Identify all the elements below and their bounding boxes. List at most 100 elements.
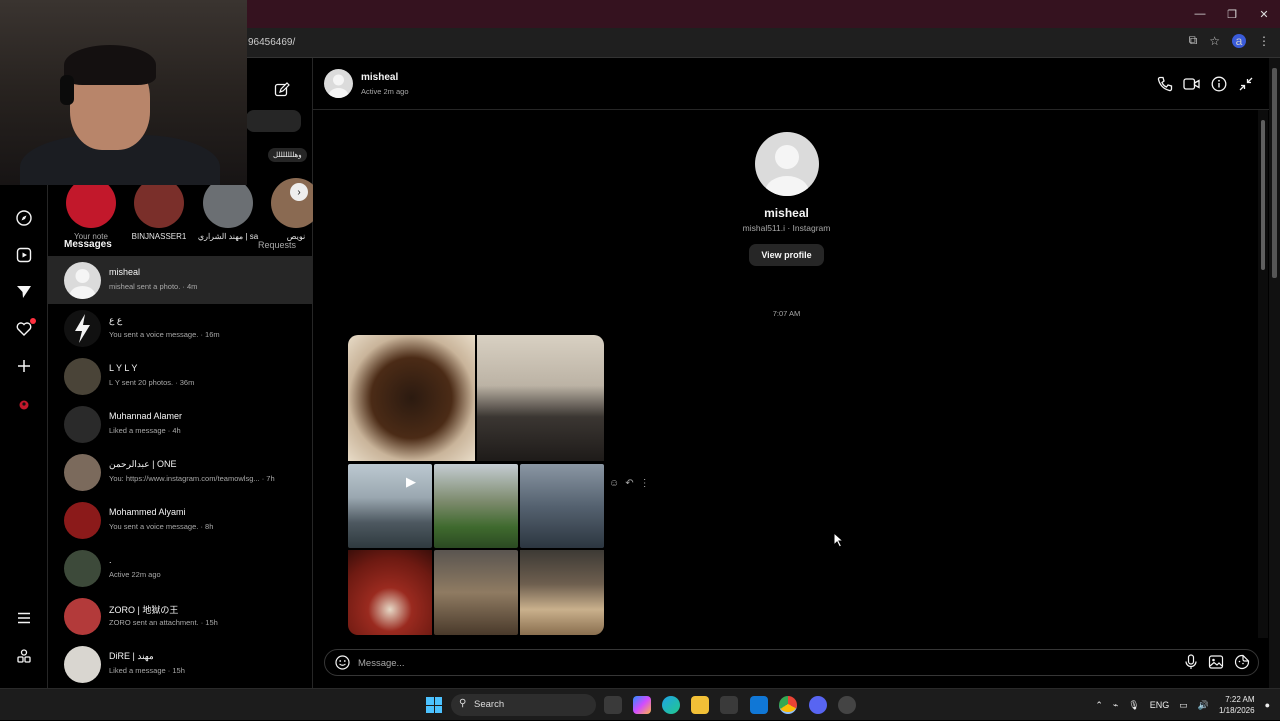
- inbox-search-input[interactable]: [246, 110, 301, 132]
- conversation-item[interactable]: Muhannad Alamer Liked a message · 4h: [48, 400, 313, 448]
- avatar: [64, 502, 101, 539]
- send-icon[interactable]: [14, 282, 34, 302]
- conversation-item[interactable]: Mohammed Alyami You sent a voice message…: [48, 496, 313, 544]
- message-input[interactable]: [358, 654, 1138, 672]
- message-composer: [324, 649, 1259, 676]
- cast-icon[interactable]: ⧉: [1189, 33, 1198, 48]
- requests-link[interactable]: Requests: [258, 240, 296, 250]
- conversation-item[interactable]: L Y L Y L Y sent 20 photos. · 36m: [48, 352, 313, 400]
- reels-icon[interactable]: [14, 245, 34, 265]
- store-icon[interactable]: [720, 696, 738, 714]
- close-icon[interactable]: ✕: [1248, 0, 1280, 28]
- video-attachment[interactable]: ▶: [348, 464, 432, 548]
- mic-icon[interactable]: [1184, 654, 1198, 673]
- window-controls: — ❐ ✕: [1184, 0, 1280, 28]
- menu-icon[interactable]: [14, 608, 34, 628]
- bookmark-star-icon[interactable]: ☆: [1209, 34, 1220, 48]
- minimize-icon[interactable]: —: [1184, 0, 1216, 28]
- scrollbar-thumb[interactable]: [1272, 68, 1277, 278]
- collapse-icon[interactable]: [1237, 75, 1254, 92]
- conversation-name: Muhannad Alamer: [109, 411, 183, 421]
- tray-overflow-icon[interactable]: ⌃: [1095, 700, 1103, 711]
- photo-attachment[interactable]: [348, 550, 432, 635]
- language-indicator[interactable]: ENG: [1150, 700, 1170, 710]
- profile-avatar-icon[interactable]: [14, 395, 34, 415]
- conversation-item[interactable]: DiRE | مهند Liked a message · 15h: [48, 640, 313, 688]
- image-icon[interactable]: [1208, 654, 1224, 673]
- heart-icon[interactable]: [14, 318, 36, 339]
- more-options-icon[interactable]: ⋮: [640, 478, 650, 489]
- chat-header-actions: [1156, 75, 1254, 92]
- view-profile-button[interactable]: View profile: [749, 244, 824, 266]
- taskbar-search[interactable]: ⚲ Search: [451, 694, 596, 716]
- conversation-name: DiRE | مهند: [109, 651, 154, 661]
- video-icon[interactable]: [1183, 75, 1200, 92]
- profile-avatar-icon[interactable]: a: [1232, 33, 1246, 48]
- volume-icon[interactable]: 🔊: [1198, 700, 1209, 711]
- chrome-icon[interactable]: [779, 696, 797, 714]
- avatar: [64, 646, 101, 683]
- conversation-item[interactable]: ع ع You sent a voice message. · 16m: [48, 304, 313, 352]
- conversation-item[interactable]: ZORO | 地獄の王 ZORO sent an attachment. · 1…: [48, 592, 313, 640]
- plus-icon[interactable]: [14, 356, 34, 376]
- edge-icon[interactable]: [662, 696, 680, 714]
- reply-icon[interactable]: ↶: [625, 478, 633, 489]
- conversation-item[interactable]: عبدالرحمن | ONE You: https://www.instagr…: [48, 448, 313, 496]
- page-scrollbar[interactable]: [1269, 58, 1280, 688]
- avatar: [203, 178, 253, 228]
- conversation-item[interactable]: misheal misheal sent a photo. · 4m: [48, 256, 313, 304]
- conversation-preview: L Y sent 20 photos. · 36m: [109, 378, 195, 387]
- compose-icon[interactable]: [274, 82, 290, 103]
- display-icon[interactable]: ▭: [1179, 700, 1188, 711]
- sticker-icon[interactable]: [1234, 654, 1250, 673]
- message-actions: ☺ ↶ ⋮: [609, 478, 650, 489]
- chat-panel: misheal Active 2m ago misheal mishal511.…: [313, 58, 1280, 688]
- conversation-name: .: [109, 555, 112, 565]
- messages-heading: Messages: [64, 239, 112, 250]
- discord-icon[interactable]: [809, 696, 827, 714]
- conversation-preview: Active 22m ago: [109, 570, 161, 579]
- avatar: [134, 178, 184, 228]
- photo-attachment[interactable]: [434, 550, 518, 635]
- browser-menu-icon[interactable]: ⋮: [1258, 34, 1270, 48]
- info-icon[interactable]: [1210, 75, 1227, 92]
- phone-icon[interactable]: [1156, 75, 1173, 92]
- photo-attachment[interactable]: [434, 464, 518, 548]
- taskbar-clock[interactable]: 7:22 AM 1/18/2026: [1219, 694, 1255, 716]
- url-text[interactable]: 96456469/: [248, 37, 295, 48]
- network-icon[interactable]: ⌁: [1113, 700, 1118, 711]
- task-view-icon[interactable]: [604, 696, 622, 714]
- avatar: [64, 598, 101, 635]
- profile-card: misheal mishal511.i · Instagram View pro…: [313, 132, 1260, 266]
- scrollbar-thumb[interactable]: [1261, 120, 1265, 270]
- avatar: [64, 454, 101, 491]
- copilot-icon[interactable]: [633, 696, 651, 714]
- play-icon: ▶: [406, 474, 416, 489]
- app-icon[interactable]: [838, 696, 856, 714]
- chevron-right-icon[interactable]: ›: [290, 183, 308, 201]
- chat-title[interactable]: misheal: [361, 72, 398, 83]
- compass-icon[interactable]: [14, 208, 34, 228]
- avatar[interactable]: [324, 69, 353, 98]
- chat-scrollbar[interactable]: [1258, 110, 1268, 638]
- conversation-preview: You sent a voice message. · 16m: [109, 330, 220, 339]
- emoji-icon[interactable]: [335, 655, 350, 673]
- mic-tray-icon[interactable]: 🎙: [1128, 700, 1139, 711]
- photo-attachment[interactable]: [477, 335, 604, 461]
- photo-attachment[interactable]: [520, 550, 604, 635]
- windows-start-icon[interactable]: [426, 697, 442, 713]
- profile-name: misheal: [764, 206, 809, 220]
- conversation-item[interactable]: . Active 22m ago: [48, 544, 313, 592]
- file-explorer-icon[interactable]: [691, 696, 709, 714]
- webcam-headset: [60, 75, 74, 105]
- react-emoji-icon[interactable]: ☺: [609, 478, 619, 489]
- notification-icon[interactable]: ●: [1265, 700, 1270, 710]
- photo-attachment[interactable]: [520, 464, 604, 548]
- conversation-name: Mohammed Alyami: [109, 507, 186, 517]
- threads-icon[interactable]: [14, 646, 34, 666]
- conversation-name: ع ع: [109, 315, 123, 325]
- restore-icon[interactable]: ❐: [1216, 0, 1248, 28]
- outlook-icon[interactable]: [750, 696, 768, 714]
- conversation-preview: ZORO sent an attachment. · 15h: [109, 618, 218, 627]
- photo-attachment[interactable]: [348, 335, 475, 461]
